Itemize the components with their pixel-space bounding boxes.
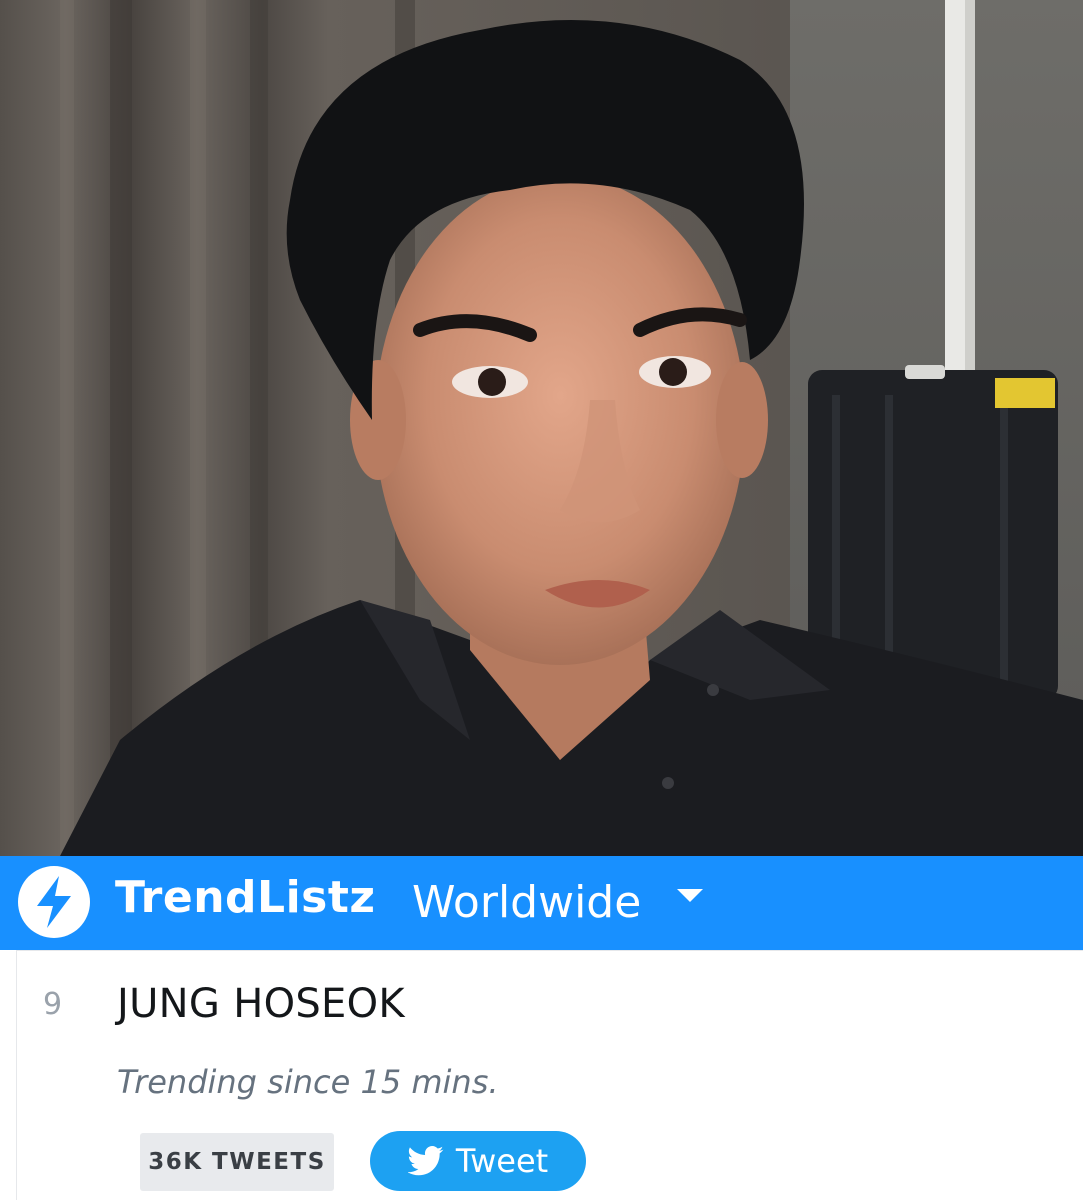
- tweet-button-label: Tweet: [455, 1142, 549, 1180]
- trend-card: 9 JUNG HOSEOK Trending since 15 mins. 36…: [16, 950, 1083, 1200]
- tweet-count-badge: 36K TWEETS: [140, 1133, 334, 1191]
- tweet-button[interactable]: Tweet: [370, 1131, 586, 1191]
- selfie-photo: [0, 0, 1083, 856]
- brand-name[interactable]: TrendListz: [115, 868, 376, 928]
- trend-since-text: Trending since 15 mins.: [117, 1063, 499, 1101]
- region-dropdown[interactable]: Worldwide: [412, 872, 704, 932]
- lightning-bolt-icon[interactable]: [18, 866, 90, 938]
- trend-rank: 9: [43, 987, 63, 1022]
- trend-name[interactable]: JUNG HOSEOK: [117, 981, 405, 1027]
- app-header: TrendListz Worldwide: [0, 856, 1083, 950]
- region-label: Worldwide: [412, 876, 642, 928]
- trendlistz-screenshot: TrendListz Worldwide 9 JUNG HOSEOK Trend…: [0, 0, 1083, 1200]
- caret-down-icon: [677, 888, 704, 902]
- twitter-bird-icon: [407, 1146, 444, 1176]
